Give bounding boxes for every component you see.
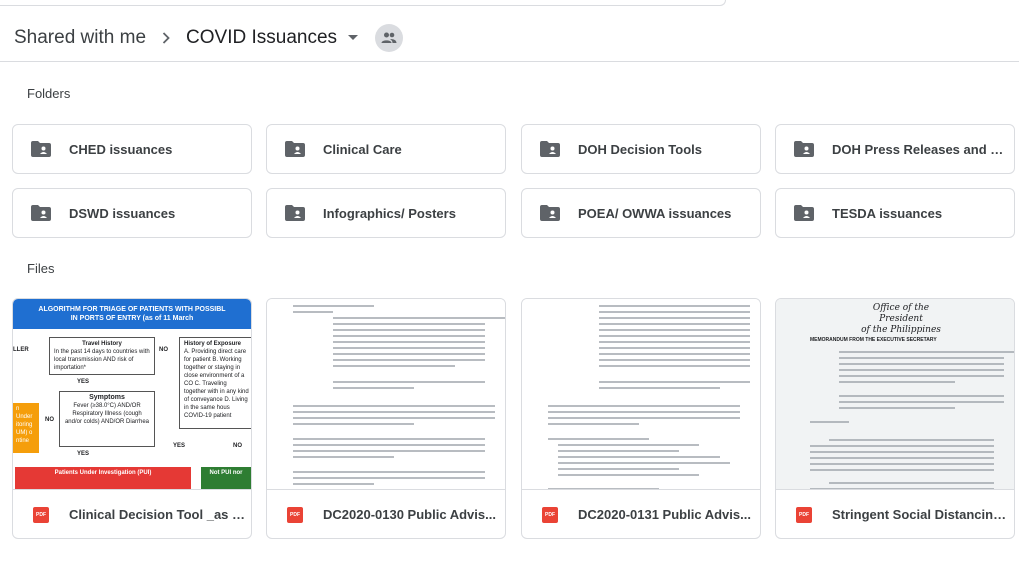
thumb-text: YES — [77, 379, 90, 385]
thumb-text: LLER — [13, 347, 29, 353]
folder-name: Infographics/ Posters — [323, 205, 456, 221]
folder-name: Clinical Care — [323, 141, 402, 157]
file-card-stringent-social-distancing[interactable]: Office of the President of the Philippin… — [775, 298, 1015, 539]
folder-shared-icon — [794, 205, 814, 221]
file-name: Clinical Decision Tool _as o... — [69, 507, 249, 522]
search-bar-edge — [0, 0, 726, 6]
thumb-box-exposure: History of Exposure A. Providing direct … — [179, 337, 251, 429]
breadcrumb: Shared with me COVID Issuances — [0, 14, 1019, 62]
pdf-icon: PDF — [287, 506, 303, 523]
file-card-dc2020-0130[interactable]: PDF DC2020-0130 Public Advis... — [266, 298, 506, 539]
folder-shared-icon — [285, 141, 305, 157]
folder-clinical-care[interactable]: Clinical Care — [266, 124, 506, 174]
file-thumbnail: Office of the President of the Philippin… — [776, 299, 1014, 489]
folder-name: DOH Press Releases and C... — [832, 141, 1008, 157]
thumb-document-lines — [810, 351, 1014, 489]
file-card-dc2020-0131[interactable]: PDF DC2020-0131 Public Advis... — [521, 298, 761, 539]
thumb-text: History of Exposure — [184, 341, 242, 347]
folder-tesda-issuances[interactable]: TESDA issuances — [775, 188, 1015, 238]
thumb-box-symptoms: Symptoms Fever (≥38.0°C) AND/OR Respirat… — [59, 391, 155, 447]
pdf-icon: PDF — [33, 506, 49, 523]
file-name: Stringent Social Distancing ... — [832, 507, 1012, 522]
thumb-text: In the past 14 days to countries with lo… — [54, 349, 150, 371]
file-caption: PDF DC2020-0130 Public Advis... — [267, 489, 505, 538]
thumb-text: NO — [233, 443, 242, 449]
thumb-text: YES — [77, 451, 90, 457]
thumb-text: Symptoms — [89, 394, 125, 401]
folder-doh-press-releases[interactable]: DOH Press Releases and C... — [775, 124, 1015, 174]
thumb-text: Travel History — [82, 341, 122, 347]
thumb-text: Office of the President — [872, 303, 930, 324]
thumb-text: NO — [45, 417, 54, 423]
thumb-document-lines — [293, 305, 505, 489]
thumb-text: YES — [173, 443, 186, 449]
breadcrumb-shared-with-me[interactable]: Shared with me — [14, 25, 146, 51]
thumb-text: Fever (≥38.0°C) AND/OR Respiratory Illne… — [64, 403, 150, 425]
folder-shared-icon — [540, 205, 560, 221]
folder-shared-icon — [31, 141, 51, 157]
file-card-clinical-decision-tool[interactable]: ALGORITHM FOR TRIAGE OF PATIENTS WITH PO… — [12, 298, 252, 539]
folder-dswd-issuances[interactable]: DSWD issuances — [12, 188, 252, 238]
thumb-text: A. Providing direct care for patient B. … — [184, 349, 249, 419]
folder-shared-icon — [794, 141, 814, 157]
file-thumbnail — [267, 299, 505, 489]
folder-poea-owwa-issuances[interactable]: POEA/ OWWA issuances — [521, 188, 761, 238]
thumb-text: Not PUI nor — [201, 467, 251, 489]
file-caption: PDF Clinical Decision Tool _as o... — [13, 489, 251, 538]
thumb-text: n Under itoring UM) o ntine — [13, 403, 39, 453]
file-caption: PDF Stringent Social Distancing ... — [776, 489, 1014, 538]
chevron-right-icon — [160, 29, 172, 47]
thumb-document-lines — [548, 305, 750, 489]
folders-section-label: Folders — [27, 86, 71, 101]
folder-shared-icon — [31, 205, 51, 221]
breadcrumb-current-folder[interactable]: COVID Issuances — [186, 27, 337, 49]
thumb-text: of the Philippines — [861, 325, 941, 335]
file-name: DC2020-0131 Public Advis... — [578, 507, 751, 522]
thumb-title-line: IN PORTS OF ENTRY (as of 11 March — [70, 315, 194, 322]
folder-name: DSWD issuances — [69, 205, 176, 221]
header-divider — [0, 61, 1019, 62]
folder-shared-icon — [285, 205, 305, 221]
file-name: DC2020-0130 Public Advis... — [323, 507, 496, 522]
thumb-flowchart-title: ALGORITHM FOR TRIAGE OF PATIENTS WITH PO… — [13, 299, 251, 329]
pdf-icon: PDF — [796, 506, 812, 523]
folder-ched-issuances[interactable]: CHED issuances — [12, 124, 252, 174]
folder-name: DOH Decision Tools — [578, 141, 702, 157]
dropdown-arrow-icon[interactable] — [341, 26, 365, 50]
folder-name: CHED issuances — [69, 141, 173, 157]
folder-infographics-posters[interactable]: Infographics/ Posters — [266, 188, 506, 238]
thumb-title-line: ALGORITHM FOR TRIAGE OF PATIENTS WITH PO… — [38, 306, 226, 313]
thumb-text: MEMORANDUM FROM THE EXECUTIVE SECRETARY — [810, 337, 937, 343]
folder-shared-icon — [540, 141, 560, 157]
files-section-label: Files — [27, 261, 55, 276]
thumb-seal-text: Office of the President of the Philippin… — [856, 303, 946, 335]
thumb-text: Patients Under Investigation (PUI) — [15, 467, 191, 489]
thumb-text: NO — [159, 347, 168, 353]
file-caption: PDF DC2020-0131 Public Advis... — [522, 489, 760, 538]
shared-people-icon[interactable] — [375, 24, 404, 52]
file-thumbnail — [522, 299, 760, 489]
file-thumbnail: ALGORITHM FOR TRIAGE OF PATIENTS WITH PO… — [13, 299, 251, 489]
folder-name: POEA/ OWWA issuances — [578, 205, 732, 221]
folder-doh-decision-tools[interactable]: DOH Decision Tools — [521, 124, 761, 174]
pdf-icon: PDF — [542, 506, 558, 523]
folder-name: TESDA issuances — [832, 205, 943, 221]
thumb-box-travel: Travel History In the past 14 days to co… — [49, 337, 155, 375]
